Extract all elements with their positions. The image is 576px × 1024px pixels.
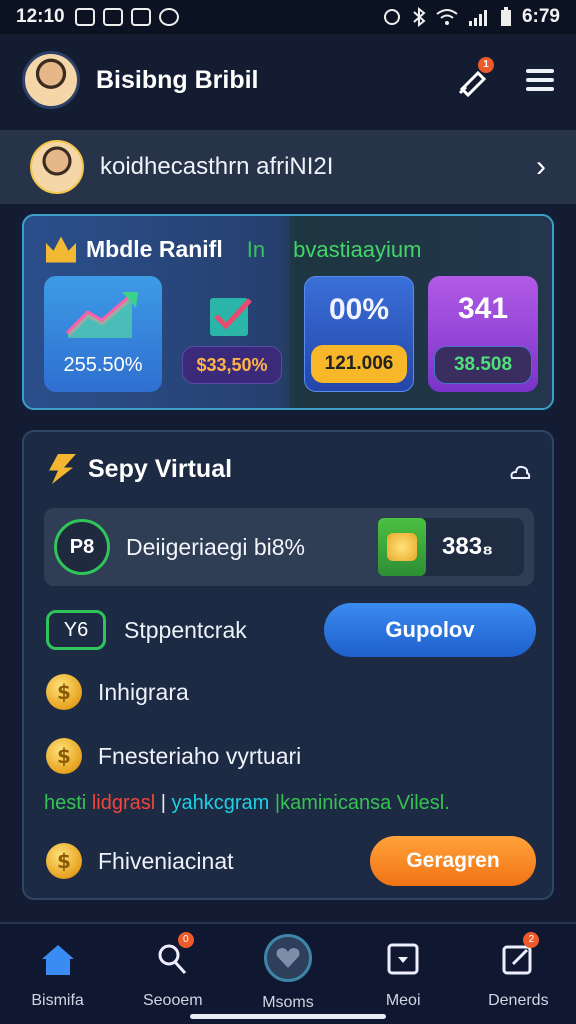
nav-badge: 2 [523,932,540,948]
alarm-icon [383,9,400,25]
nav-label: Msoms [262,994,314,1011]
nav-item-inbox[interactable]: Meoi [353,938,453,1010]
nav-item-home[interactable]: Bismifa [8,938,108,1010]
home-indicator [190,1014,386,1019]
notification-icon [158,8,179,26]
tag-text: hesti [44,792,87,814]
tag-text: yahkcgram [171,792,270,814]
notification-icon [102,8,123,26]
crown-icon [46,236,76,263]
avatar[interactable] [22,51,80,109]
tag-text: lidgrasl [91,792,156,814]
status-right: 6:79 [382,6,560,28]
wifi-icon [436,9,458,25]
stat-value: $33,50% [182,346,282,384]
stat-count: 341 [457,292,509,325]
status-time: 12:10 [16,6,65,27]
stat-percent: 00% [328,293,390,326]
menu-icon[interactable] [526,69,554,91]
dollar-coin-icon: $ [46,674,82,710]
notification-badge: 1 [478,57,494,73]
item-label: Fnesteriaho vyrtuari [98,742,302,769]
profile-text: koidhecasthrn afriNI2I [100,153,334,180]
inbox-icon [387,943,419,975]
status-clock: 6:79 [521,6,560,27]
tag-line: hesti lidgrasl | yahkcgram |kaminicansa … [44,792,450,815]
virtual-card: Sepy Virtual P8 Deiigeriaegi bi8% 383₈ Y… [22,430,554,900]
app-header: Bisibng Bribil 1 [0,34,576,126]
action-button[interactable]: Geragren [370,836,536,886]
cloud-icon[interactable] [508,460,532,484]
item-label: Stppentcrak [124,616,247,643]
nav-label: Denerds [488,992,549,1009]
profile-row[interactable]: koidhecasthrn afriNI2I › [0,130,576,204]
list-item[interactable]: $ Inhigrara [46,674,189,710]
signal-icon [468,10,487,26]
item-label: Deiigeriaegi bi8% [126,533,305,560]
checkbox-icon [210,298,252,336]
notification-icon [74,8,95,26]
coins-icon [387,533,417,561]
nav-item-center[interactable]: Msoms [238,934,338,1012]
level-badge: Y6 [46,610,106,650]
stat-tile[interactable]: 00% 121.006 [304,276,414,392]
avatar [30,140,84,194]
dollar-coin-icon: $ [46,843,82,879]
nav-badge: 0 [177,932,194,948]
item-label: Inhigrara [98,678,189,705]
nav-item-edit[interactable]: 2 Denerds [468,932,568,1010]
stat-tile[interactable]: $33,50% [176,276,288,392]
stat-value: 255.50% [63,353,143,376]
stats-title: Mbdle Ranifl In bvastiaayium [46,236,421,263]
section-title: Sepy Virtual [88,454,233,483]
stats-tag: In [246,236,266,262]
home-icon [41,945,74,975]
stat-value: 121.006 [311,345,407,383]
stat-value: 38.508 [434,346,532,384]
stats-card: Mbdle Ranifl In bvastiaayium 255.50% $33… [22,214,554,410]
status-bar: 12:10 6:79 [0,0,576,34]
nav-label: Bismifa [31,992,84,1009]
list-item: Y6 Stppentcrak Gupolov [46,602,536,658]
tag-text: |kaminicansa Vilesl. [274,792,450,814]
nav-label: Meoi [385,992,421,1009]
list-item[interactable]: $ Fnesteriaho vyrtuari [46,738,301,774]
stat-tile[interactable]: 255.50% [44,276,162,392]
coin-balance: 383₈ [378,518,524,576]
nav-label: Seooem [142,992,203,1009]
bottom-nav: Bismifa 0 Seooem Msoms Meoi 2 Denerds [0,922,576,1024]
battery-icon [500,7,511,26]
stats-subtitle: bvastiaayium [293,236,422,262]
list-item[interactable]: P8 Deiigeriaegi bi8% 383₈ [44,508,534,586]
chevron-right-icon: › [536,150,546,183]
lightning-icon [49,454,76,484]
action-button[interactable]: Gupolov [324,603,536,657]
stats-title-text: Mbdle Ranifl [86,236,223,262]
heart-icon [276,948,300,968]
dollar-coin-icon: $ [46,738,82,774]
notification-button[interactable]: 1 [456,57,494,98]
item-label: Fhiveniacinat [98,847,234,874]
tag-separator: | [160,792,172,814]
notification-icon [130,8,151,26]
coin-value: 383₈ [442,533,494,560]
list-item: $ Fhiveniacinat Geragren [46,836,536,886]
level-badge: P8 [54,519,110,575]
trend-chart-icon [66,292,138,338]
stat-tile[interactable]: 341 38.508 [428,276,538,392]
page-title: Bisibng Bribil [96,65,259,94]
bluetooth-icon [413,7,426,27]
nav-item-search[interactable]: 0 Seooem [123,932,223,1010]
